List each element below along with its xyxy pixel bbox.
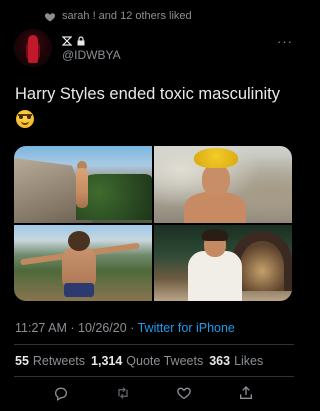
tweet-meta: 11:27 AM · 10/26/20 · Twitter for iPhone xyxy=(15,321,235,335)
retweets-label: Retweets xyxy=(32,354,86,368)
avatar[interactable] xyxy=(14,29,52,67)
likes-label: Likes xyxy=(234,354,264,368)
author-handle[interactable]: @IDWBYA xyxy=(62,48,121,62)
meta-separator: · xyxy=(130,321,135,335)
retweets-count: 55 xyxy=(15,354,29,368)
tweet-stats: 55 Retweets 1,314 Quote Tweets 363 Likes xyxy=(15,354,263,368)
heart-icon xyxy=(44,10,56,22)
quote-tweets-stat[interactable]: 1,314 Quote Tweets xyxy=(91,354,203,368)
photo-cliff[interactable] xyxy=(14,146,152,223)
photo-water[interactable] xyxy=(14,224,152,301)
divider xyxy=(14,344,294,345)
photo-archway[interactable] xyxy=(154,224,292,301)
more-options-icon[interactable]: ··· xyxy=(277,34,293,49)
tweet-time[interactable]: 11:27 AM xyxy=(15,321,67,335)
tweet-date[interactable]: 10/26/20 xyxy=(78,321,127,335)
quote-tweets-count: 1,314 xyxy=(91,354,123,368)
tweet-source-link[interactable]: Twitter for iPhone xyxy=(138,321,235,335)
photo-grid xyxy=(14,146,292,301)
social-context[interactable]: sarah ! and 12 others liked xyxy=(44,8,192,24)
photo-yellow-hat[interactable] xyxy=(154,146,292,223)
likes-count: 363 xyxy=(209,354,231,368)
like-icon[interactable] xyxy=(175,384,193,402)
divider xyxy=(14,376,294,377)
retweets-stat[interactable]: 55 Retweets xyxy=(15,354,85,368)
meta-separator: · xyxy=(70,321,75,335)
tweet-text: Harry Styles ended toxic masculinity xyxy=(15,85,281,103)
likes-stat[interactable]: 363 Likes xyxy=(209,354,263,368)
retweet-icon[interactable] xyxy=(114,384,132,402)
social-context-text: sarah ! and 12 others liked xyxy=(62,10,192,22)
star-struck-emoji xyxy=(16,110,34,128)
share-icon[interactable] xyxy=(237,384,255,402)
action-bar xyxy=(0,384,307,404)
reply-icon[interactable] xyxy=(52,384,70,402)
quote-tweets-label: Quote Tweets xyxy=(126,354,204,368)
